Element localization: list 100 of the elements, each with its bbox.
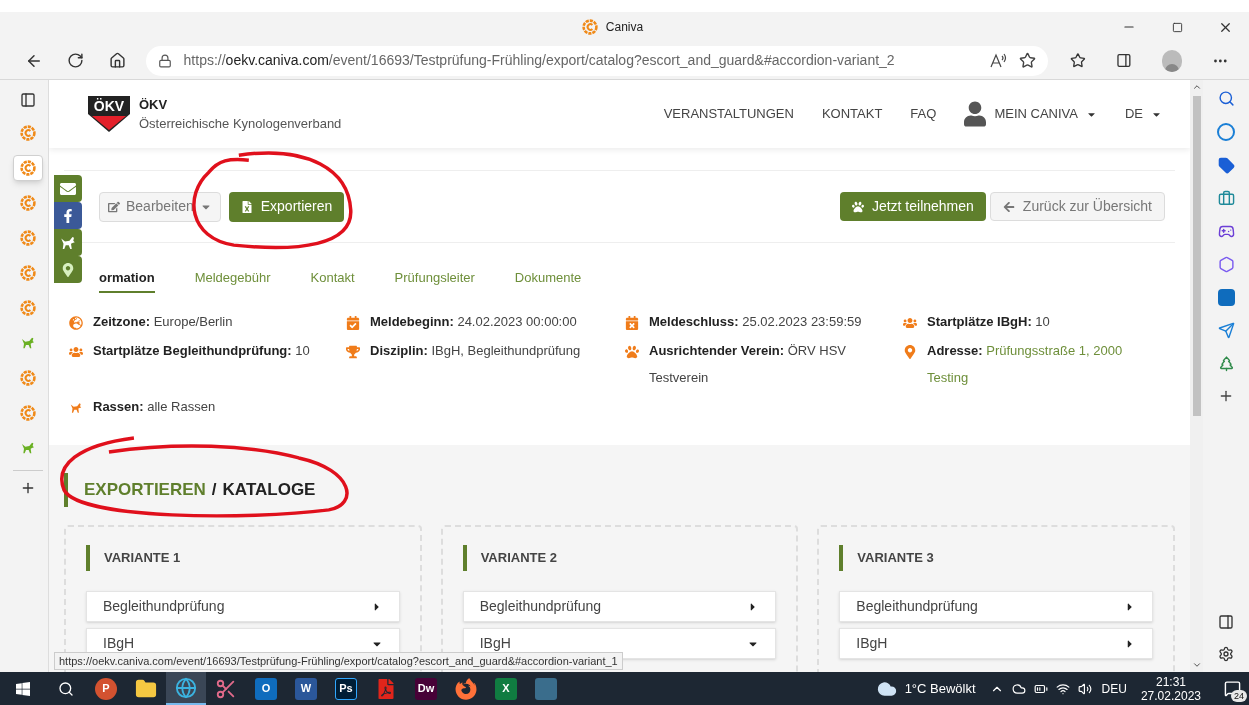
section-tab[interactable]: Prüfungsleiter xyxy=(394,267,475,293)
c-logo-icon xyxy=(20,125,36,141)
tag-icon[interactable] xyxy=(1217,157,1235,174)
accordion-item[interactable]: IBgH xyxy=(839,628,1153,659)
search-icon xyxy=(58,680,74,697)
site-favicon-icon xyxy=(581,19,598,35)
c-logo-icon xyxy=(20,230,36,246)
account-menu[interactable]: MEIN CANIVA xyxy=(964,101,1097,127)
taskbar-app-button[interactable]: Ps xyxy=(326,672,366,705)
notification-count: 24 xyxy=(1231,690,1247,702)
section-tab[interactable]: Dokumente xyxy=(514,267,582,293)
variant-title: VARIANTE 1 xyxy=(104,549,181,568)
tab-panel-icon[interactable] xyxy=(20,92,36,108)
window-title: Caniva xyxy=(605,19,644,36)
location-button[interactable] xyxy=(54,256,82,283)
section-title: KATALOGE xyxy=(222,479,316,502)
home-icon xyxy=(109,52,127,69)
section-tab[interactable]: Kontakt xyxy=(310,267,355,293)
photoshop-app-icon: Ps xyxy=(335,677,357,700)
favorites-list-icon[interactable] xyxy=(1070,52,1087,69)
nav-link[interactable]: KONTAKT xyxy=(821,104,883,124)
nav-link[interactable]: VERANSTALTUNGEN xyxy=(663,104,794,124)
paw-icon xyxy=(851,200,864,213)
taskbar-app-button[interactable]: X xyxy=(486,672,526,705)
read-aloud-icon xyxy=(989,51,1008,70)
onedrive-icon[interactable] xyxy=(1011,681,1026,696)
users-icon xyxy=(69,345,83,359)
wifi-icon[interactable] xyxy=(1055,681,1070,696)
join-button[interactable]: Jetzt teilnehmen xyxy=(839,192,986,221)
paper-plane-icon[interactable] xyxy=(1217,322,1235,339)
taskbar-app-button[interactable]: W xyxy=(286,672,326,705)
game-pieces-icon[interactable] xyxy=(1217,223,1235,240)
info-text: Startplätze Begleithundprüfung: 10 xyxy=(93,342,310,360)
taskbar-app-button[interactable] xyxy=(166,672,206,705)
favorite-star-icon xyxy=(1019,52,1037,69)
taskbar-app-button[interactable]: P xyxy=(86,672,126,705)
nav-link[interactable]: FAQ xyxy=(910,104,937,124)
search-icon[interactable] xyxy=(1217,90,1235,107)
pdf-icon xyxy=(376,678,396,699)
vertical-tab[interactable] xyxy=(13,155,43,181)
dog-icon xyxy=(20,440,36,456)
accordion-item[interactable]: Begleithundprüfung xyxy=(86,591,400,622)
arrow-left-icon xyxy=(1002,200,1015,213)
mail-icon xyxy=(60,180,76,197)
tree-icon[interactable] xyxy=(1217,355,1235,372)
speaker-icon[interactable] xyxy=(1077,681,1092,696)
users-icon xyxy=(903,316,917,330)
outlook-app-icon: O xyxy=(255,677,277,700)
input-language[interactable]: DEU xyxy=(1101,679,1127,698)
c-logo-icon xyxy=(20,300,36,316)
globe-icon xyxy=(69,316,83,330)
language-menu[interactable]: DE xyxy=(1124,104,1162,124)
back-to-overview-button[interactable]: Zurück zur Übersicht xyxy=(989,192,1165,221)
taskbar-app-button[interactable]: Dw xyxy=(406,672,446,705)
section-tab[interactable]: Meldegebühr xyxy=(194,267,271,293)
info-text: Adresse: Prüfungsstraße 1, 2000 Testing xyxy=(927,342,1124,387)
info-text: Ausrichtender Verein: ÖRV HSV Testverein xyxy=(649,342,847,387)
dog-share-button[interactable] xyxy=(54,229,82,256)
site-subtitle: Österreichische Kynologenverband xyxy=(139,115,342,133)
c-logo-icon xyxy=(20,160,36,176)
c-logo-icon xyxy=(20,370,36,386)
clock-time: 21:31 xyxy=(1155,674,1186,689)
info-text: Rassen: alle Rassen xyxy=(93,398,216,416)
facebook-share-button[interactable] xyxy=(54,202,82,229)
hexagon-icon[interactable] xyxy=(1217,256,1235,273)
dog-icon xyxy=(69,401,83,415)
trophy-icon xyxy=(346,345,360,359)
calendar-icon xyxy=(346,316,360,330)
profile-avatar[interactable] xyxy=(1161,49,1183,72)
taskbar-app-button[interactable]: O xyxy=(246,672,286,705)
scrollbar[interactable] xyxy=(1190,80,1203,672)
export-button[interactable]: Exportieren xyxy=(228,191,345,222)
collections-icon[interactable] xyxy=(1116,52,1132,69)
url-text: https://oekv.caniva.com/event/16693/Testprüfung-Frühling/export/catalog?escort_and_guard&#accordion-variant_2 xyxy=(183,51,896,70)
calendar-icon xyxy=(625,316,639,330)
mail-share-button[interactable] xyxy=(54,175,82,202)
clock-date: 27.02.2023 xyxy=(1140,688,1201,703)
add-icon[interactable] xyxy=(1218,388,1234,404)
new-tab-icon[interactable] xyxy=(20,480,36,496)
breadcrumb-link[interactable]: EXPORTIEREN xyxy=(84,477,206,503)
notification-button[interactable]: 24 xyxy=(1215,672,1249,705)
briefcase-icon[interactable] xyxy=(1217,190,1235,207)
info-text: Zeitzone: Europe/Berlin xyxy=(93,313,233,331)
folder-icon xyxy=(135,677,157,700)
section-tab[interactable]: ormation xyxy=(99,267,155,293)
settings-icon[interactable] xyxy=(1218,646,1234,662)
dog-icon xyxy=(20,335,36,351)
sidebar-toggle-icon[interactable] xyxy=(1218,614,1234,630)
spreadsheet-file-icon xyxy=(240,200,253,213)
browser-icon xyxy=(175,676,197,699)
info-text: Startplätze IBgH: 10 xyxy=(927,313,1050,331)
scroll-down-icon xyxy=(1191,660,1202,670)
info-text: Meldebeginn: 24.02.2023 00:00:00 xyxy=(370,313,577,331)
accordion-item[interactable]: Begleithundprüfung xyxy=(839,591,1153,622)
c-logo-icon xyxy=(20,405,36,421)
club-logo-icon: ÖKV xyxy=(87,94,131,134)
c-logo-icon xyxy=(20,195,36,211)
accordion-item[interactable]: Begleithundprüfung xyxy=(462,591,777,622)
variant-title: VARIANTE 2 xyxy=(480,549,557,568)
address-bar[interactable]: https://oekv.caniva.com/event/16693/Testprüfung-Frühling/export/catalog?escort_and_guard&#accordion-variant_2 xyxy=(145,45,1049,76)
